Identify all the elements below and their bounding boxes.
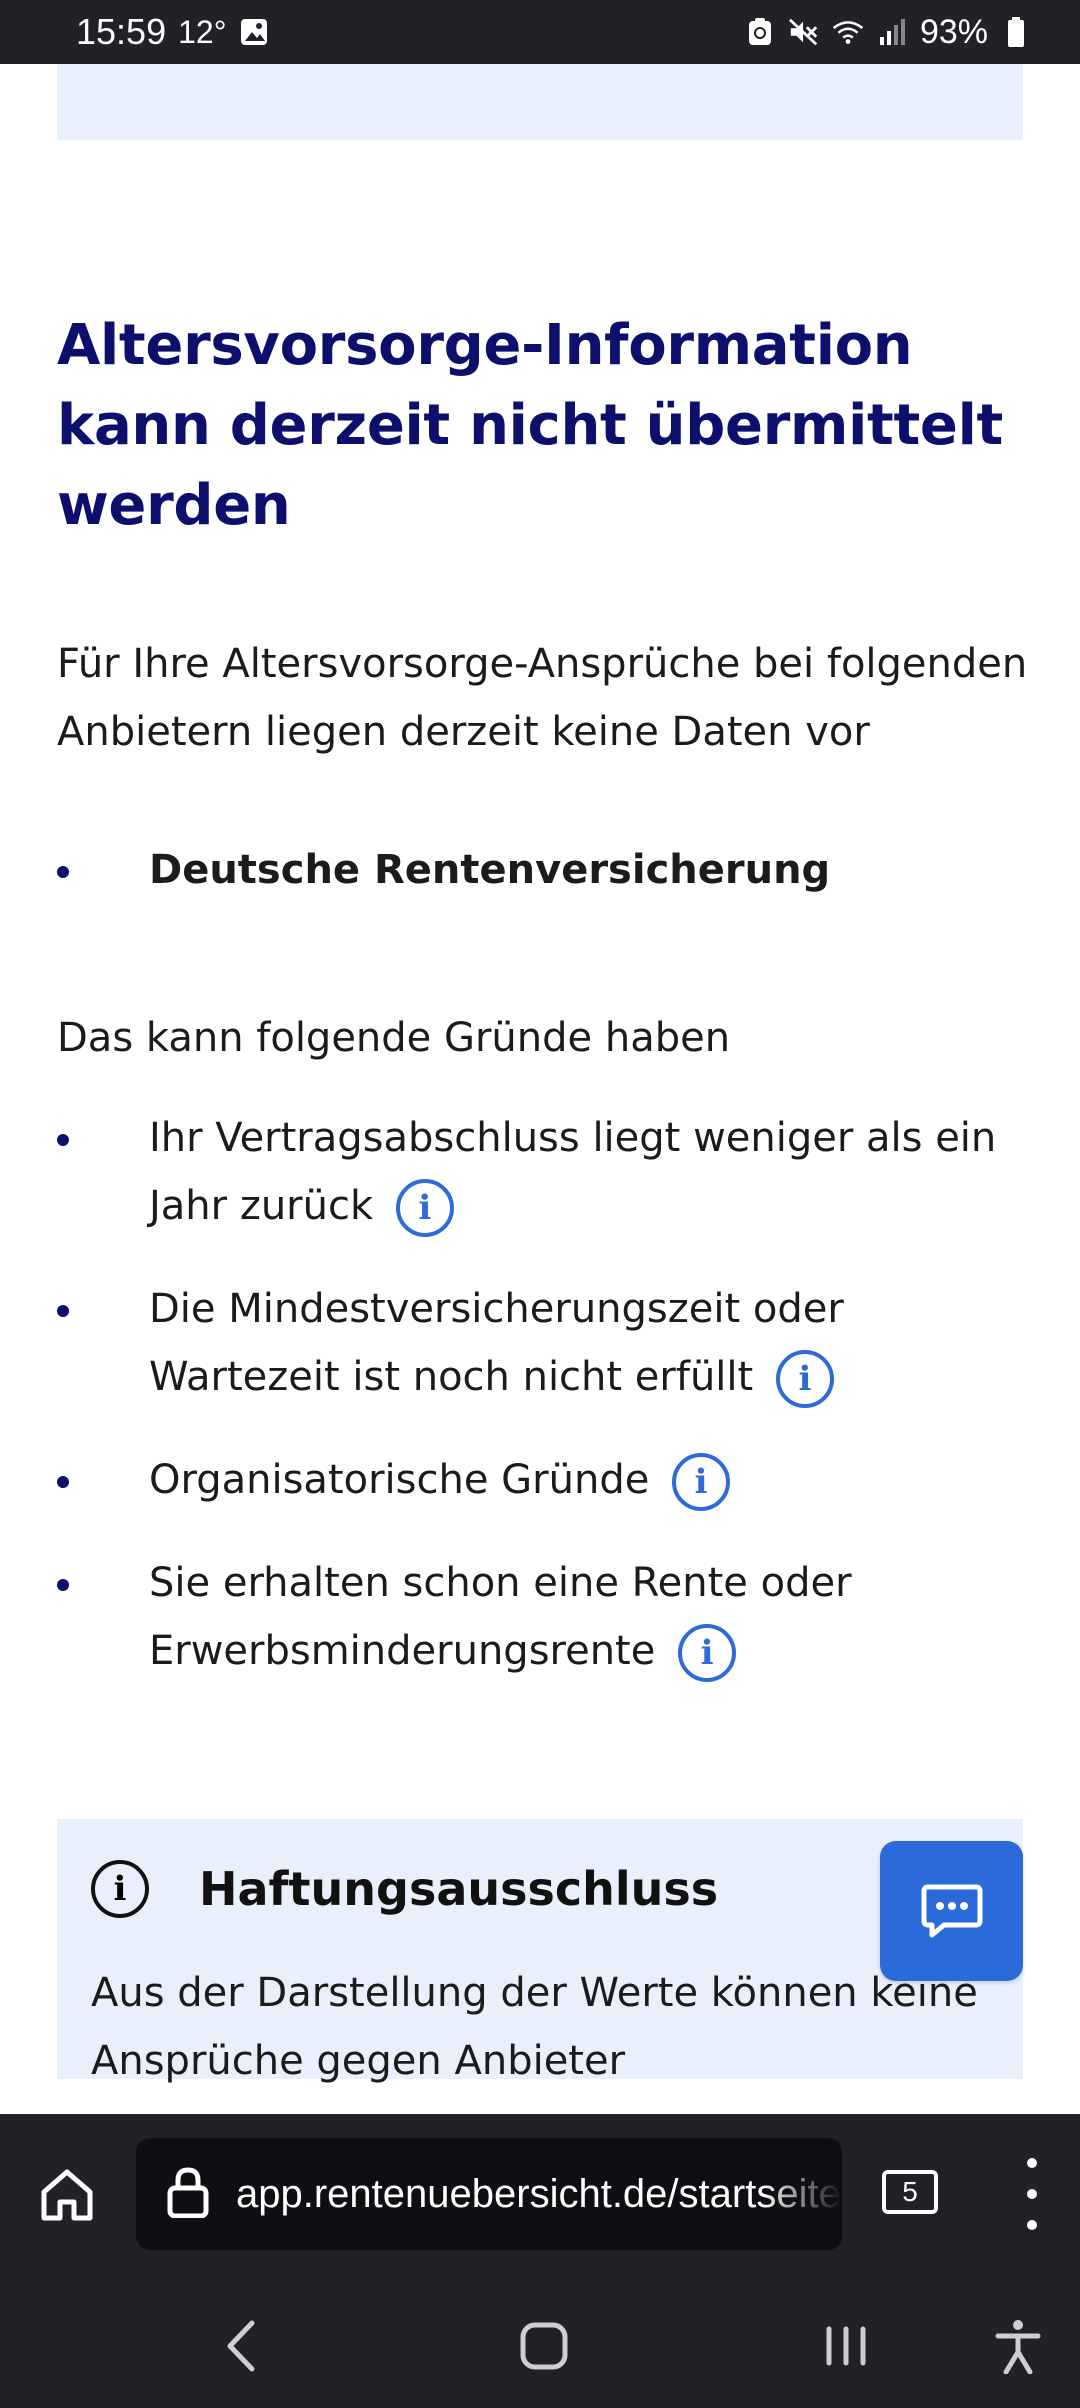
reasons-intro: Das kann folgende Gründe haben: [57, 1015, 731, 1061]
info-icon[interactable]: i: [395, 1179, 454, 1237]
info-circle-icon: i: [91, 1860, 149, 1918]
browser-toolbar: app.rentenuebersicht.de/startseite 5: [0, 2114, 1080, 2274]
status-time: 15:59: [76, 11, 167, 52]
info-icon[interactable]: i: [672, 1453, 731, 1511]
signal-icon: [876, 16, 908, 48]
page-title: Altersvorsorge-Information kann derzeit …: [57, 313, 1003, 538]
back-icon[interactable]: [212, 2316, 272, 2376]
disclaimer-text-cut: Ansprüche gegen Anbieter: [91, 2038, 626, 2084]
address-bar[interactable]: app.rentenuebersicht.de/startseite: [136, 2138, 842, 2250]
reason-item: Sie erhalten schon eine Rente oder Erwer…: [57, 1549, 1037, 1685]
disclaimer-panel: i Haftungsausschluss Aus der Darstellung…: [57, 1819, 1023, 2084]
mute-icon: [788, 16, 820, 48]
battery-percent: 93%: [919, 12, 988, 51]
screen: 15:59 12° 93% Altersvorsorge-Information…: [0, 0, 1080, 2408]
home-icon[interactable]: [36, 2164, 98, 2226]
battery-icon: [1000, 16, 1032, 48]
url-fade: [762, 2138, 842, 2250]
provider-item: Deutsche Rentenversicherung: [57, 836, 1037, 904]
top-panel: [57, 64, 1023, 140]
info-icon[interactable]: i: [775, 1350, 834, 1408]
reason-text: Organisatorische Gründe: [149, 1457, 650, 1503]
status-temperature: 12°: [178, 13, 227, 50]
recents-icon[interactable]: [816, 2316, 876, 2376]
disclaimer-text: Aus der Darstellung der Werte können kei…: [91, 1970, 978, 2016]
status-bar: 15:59 12° 93%: [0, 0, 1080, 64]
reason-item: Organisatorische Gründe i: [57, 1446, 1037, 1514]
image-icon: [238, 16, 270, 48]
lock-icon: [166, 2166, 210, 2222]
reason-text: Ihr Vertragsabschluss liegt weniger als …: [149, 1115, 997, 1229]
more-menu-icon[interactable]: [1020, 2158, 1044, 2230]
intro-text: Für Ihre Altersvorsorge-Ansprüche bei fo…: [57, 641, 1028, 755]
wifi-icon: [832, 16, 864, 48]
accessibility-icon[interactable]: [988, 2316, 1048, 2376]
reason-item: Die Mindestversicherungszeit oder Wartez…: [57, 1275, 1037, 1411]
reason-text: Die Mindestversicherungszeit oder Wartez…: [149, 1286, 844, 1400]
chat-button[interactable]: [880, 1841, 1023, 1981]
home-nav-icon[interactable]: [514, 2316, 574, 2376]
url-text: app.rentenuebersicht.de/startseite: [236, 2171, 841, 2216]
chat-icon: [921, 1884, 982, 1938]
provider-list: Deutsche Rentenversicherung: [57, 836, 1037, 904]
disclaimer-title: Haftungsausschluss: [199, 1862, 719, 1916]
data-saver-icon: [744, 16, 776, 48]
info-icon[interactable]: i: [678, 1624, 737, 1682]
reasons-list: Ihr Vertragsabschluss liegt weniger als …: [57, 1104, 1037, 1685]
tabs-button[interactable]: 5: [882, 2170, 938, 2214]
reason-text: Sie erhalten schon eine Rente oder Erwer…: [149, 1560, 852, 1674]
reason-item: Ihr Vertragsabschluss liegt weniger als …: [57, 1104, 1037, 1240]
page-content: Altersvorsorge-Information kann derzeit …: [0, 64, 1080, 2114]
system-nav-bar: [0, 2274, 1080, 2408]
